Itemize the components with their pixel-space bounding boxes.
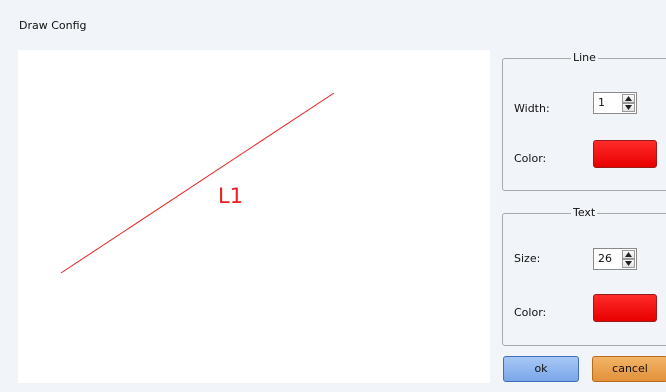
preview-canvas[interactable]: L1 bbox=[18, 50, 490, 383]
text-color-button[interactable] bbox=[593, 294, 657, 322]
line-width-label: Width: bbox=[514, 102, 550, 115]
line-width-increment-button[interactable] bbox=[622, 94, 635, 103]
text-settings-group: Text Size: 26 Color: bbox=[502, 206, 666, 346]
text-size-decrement-button[interactable] bbox=[622, 259, 635, 268]
preview-drawing: L1 bbox=[60, 92, 335, 274]
text-size-label: Size: bbox=[514, 252, 541, 265]
arrow-down-icon bbox=[625, 261, 632, 266]
ok-button[interactable]: ok bbox=[503, 356, 579, 382]
line-width-decrement-button[interactable] bbox=[622, 103, 635, 112]
text-color-label: Color: bbox=[514, 306, 547, 319]
preview-line-label: L1 bbox=[218, 184, 243, 208]
cancel-button[interactable]: cancel bbox=[592, 356, 666, 382]
text-group-legend: Text bbox=[571, 206, 598, 220]
text-size-increment-button[interactable] bbox=[622, 250, 635, 259]
dialog-title: Draw Config bbox=[19, 19, 87, 32]
arrow-down-icon bbox=[625, 105, 632, 110]
line-width-spinbox[interactable]: 1 bbox=[593, 92, 637, 114]
line-width-value: 1 bbox=[598, 96, 605, 109]
line-color-label: Color: bbox=[514, 152, 547, 165]
draw-config-dialog: Draw Config L1 Line Width: 1 Color: Text… bbox=[0, 0, 666, 392]
line-color-button[interactable] bbox=[593, 140, 657, 168]
text-size-value: 26 bbox=[598, 252, 612, 265]
arrow-up-icon bbox=[625, 252, 632, 257]
line-group-legend: Line bbox=[571, 51, 598, 65]
line-settings-group: Line Width: 1 Color: bbox=[502, 51, 666, 191]
text-size-spinbox[interactable]: 26 bbox=[593, 248, 637, 270]
arrow-up-icon bbox=[625, 96, 632, 101]
preview-line bbox=[60, 92, 335, 274]
